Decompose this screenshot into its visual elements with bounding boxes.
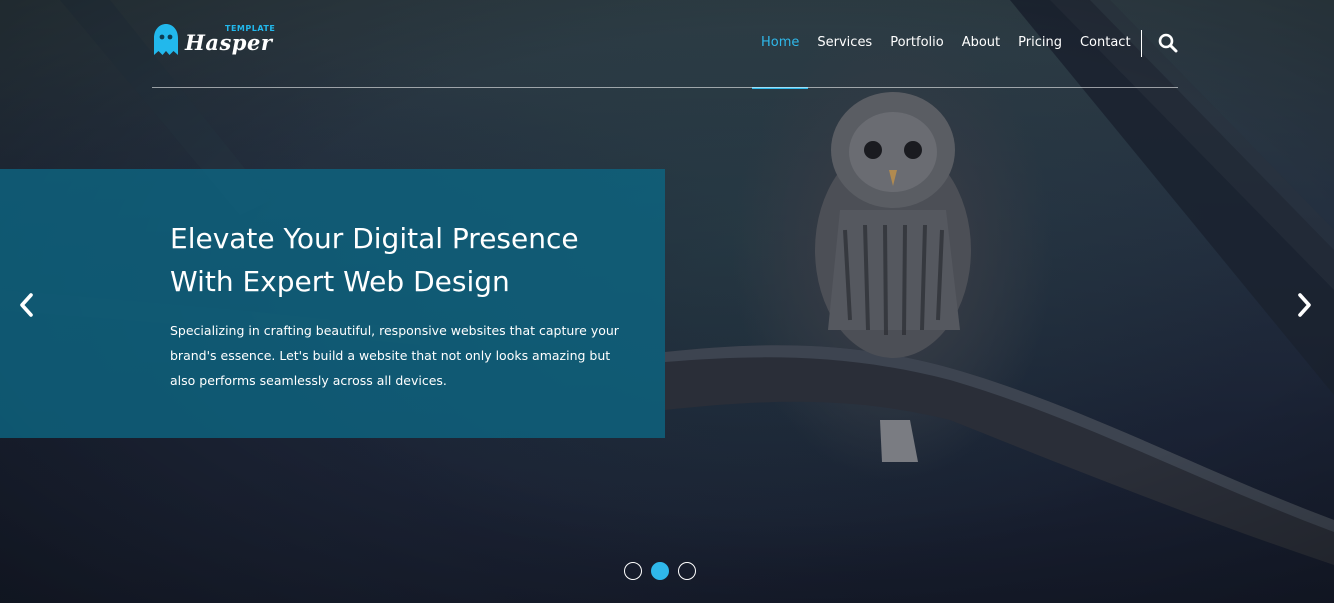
- nav-home[interactable]: Home: [752, 0, 809, 89]
- carousel-indicators: [624, 562, 698, 580]
- header-divider-line: [152, 87, 1178, 88]
- nav-about[interactable]: About: [953, 0, 1009, 88]
- nav-pricing[interactable]: Pricing: [1009, 0, 1071, 88]
- slide-title: Elevate Your Digital Presence With Exper…: [170, 217, 640, 303]
- carousel-dot-3[interactable]: [678, 562, 696, 580]
- main-nav: Home Services Portfolio About Pricing Co…: [752, 0, 1140, 89]
- nav-portfolio[interactable]: Portfolio: [881, 0, 952, 88]
- brand-logo[interactable]: TEMPLATE Hasper: [152, 22, 275, 62]
- chevron-right-icon[interactable]: [1293, 292, 1315, 318]
- brand-name: Hasper: [185, 30, 273, 55]
- site-header: TEMPLATE Hasper Home Services Portfolio …: [152, 0, 1178, 89]
- nav-services[interactable]: Services: [808, 0, 881, 88]
- nav-contact[interactable]: Contact: [1071, 0, 1140, 88]
- carousel-dot-1[interactable]: [624, 562, 642, 580]
- hero-slider: TEMPLATE Hasper Home Services Portfolio …: [0, 0, 1334, 603]
- ghost-icon: [154, 24, 178, 55]
- slide-description: Specializing in crafting beautiful, resp…: [170, 323, 619, 388]
- chevron-left-icon[interactable]: [16, 292, 38, 318]
- slide-caption-panel: Elevate Your Digital Presence With Exper…: [0, 169, 665, 438]
- slide-title-line-2: With Expert Web Design: [170, 265, 510, 298]
- carousel-dot-2[interactable]: [651, 562, 669, 580]
- nav-divider: [1141, 30, 1142, 57]
- slide-title-line-1: Elevate Your Digital Presence: [170, 222, 579, 255]
- search-icon[interactable]: [1158, 33, 1178, 53]
